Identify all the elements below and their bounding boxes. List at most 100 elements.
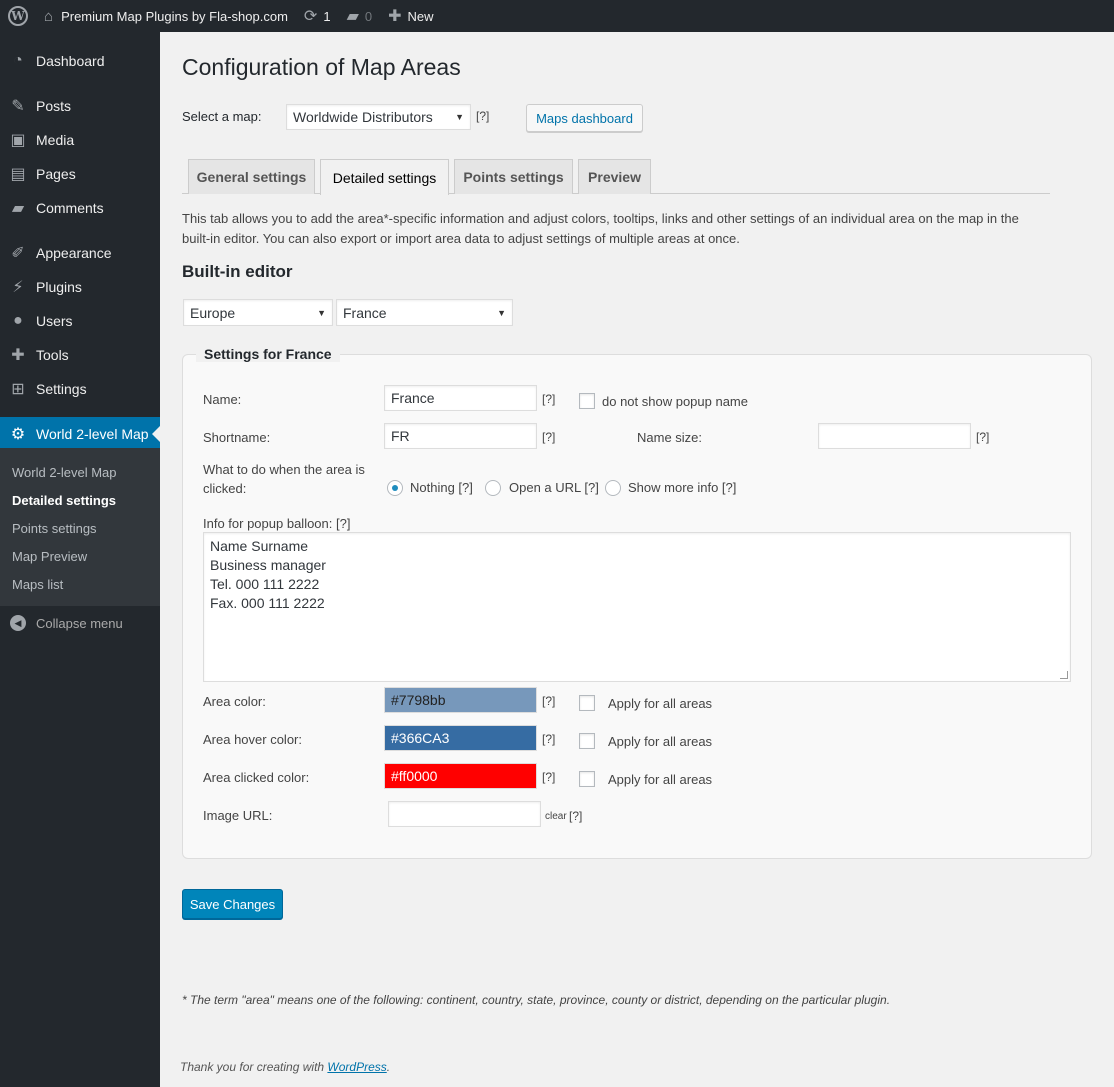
popup-info-label: Info for popup balloon: [?]	[203, 516, 351, 531]
brush-icon: ✐	[11, 245, 25, 262]
home-icon: ⌂	[44, 7, 54, 25]
area-color-apply-all-label: Apply for all areas	[608, 696, 713, 711]
sidebar-item-label: Appearance	[36, 245, 112, 261]
new-label: New	[407, 8, 434, 24]
select-map-label: Select a map:	[182, 109, 262, 124]
media-icon: ▣	[10, 132, 26, 149]
sidebar-item-world-2-level-map[interactable]: ⚙ World 2-level Map	[0, 417, 160, 451]
sidebar-item-label: Dashboard	[36, 53, 105, 69]
name-size-help[interactable]: [?]	[976, 430, 989, 444]
collapse-menu-button[interactable]: ◀ Collapse menu	[0, 606, 160, 640]
area-hover-color-input[interactable]: #366CA3	[384, 725, 537, 751]
updates-count: 1	[323, 8, 331, 24]
intro-line-1: This tab allows you to add the area*-spe…	[182, 211, 1019, 226]
sidebar-item-label: Users	[36, 313, 73, 329]
name-help[interactable]: [?]	[542, 392, 555, 406]
sidebar-item-appearance[interactable]: ✐ Appearance	[0, 236, 160, 270]
radio-show-more-info-label: Show more info [?]	[628, 480, 737, 495]
submenu-item-maps-list[interactable]: Maps list	[12, 577, 63, 592]
page-title: Configuration of Map Areas	[182, 54, 461, 80]
country-select[interactable]: France ▼	[336, 299, 513, 326]
site-name-link[interactable]: ⌂ Premium Map Plugins by Fla-shop.com	[36, 0, 296, 32]
area-clicked-color-label: Area clicked color:	[203, 770, 310, 785]
plug-icon: ⚡	[12, 279, 24, 296]
footer-text: Thank you for creating with	[180, 1060, 328, 1074]
submenu-item-points-settings[interactable]: Points settings	[12, 521, 97, 536]
sidebar-item-users[interactable]: ● Users	[0, 304, 160, 338]
area-hover-color-apply-all-checkbox[interactable]	[579, 733, 595, 749]
radio-open-url[interactable]	[485, 480, 501, 496]
updates-link[interactable]: ⟳ 1	[296, 0, 339, 32]
comment-bubble-icon: ▰	[346, 8, 359, 25]
admin-footer: Thank you for creating with WordPress.	[180, 1060, 390, 1074]
new-content-link[interactable]: ✚ New	[380, 0, 441, 32]
sidebar-item-plugins[interactable]: ⚡ Plugins	[0, 270, 160, 304]
popup-info-line: Name Surname	[210, 538, 309, 554]
map-select-help[interactable]: [?]	[476, 109, 489, 123]
area-hover-color-help[interactable]: [?]	[542, 732, 555, 746]
sidebar-item-tools[interactable]: ✚ Tools	[0, 338, 160, 372]
refresh-icon: ⟳	[303, 8, 318, 25]
area-clicked-color-apply-all-checkbox[interactable]	[579, 771, 595, 787]
sidebar-item-comments[interactable]: ▰ Comments	[0, 191, 160, 225]
sidebar-item-posts[interactable]: ✎ Posts	[0, 89, 160, 123]
click-action-label-line-2: clicked:	[203, 481, 247, 496]
wordpress-link[interactable]: WordPress	[327, 1060, 386, 1074]
area-color-apply-all-checkbox[interactable]	[579, 695, 595, 711]
shortname-input[interactable]: FR	[384, 423, 537, 449]
tab-points-settings[interactable]: Points settings	[454, 159, 573, 194]
map-select[interactable]: Worldwide Distributors ▼	[286, 104, 471, 130]
tab-preview[interactable]: Preview	[578, 159, 651, 194]
name-size-input[interactable]	[818, 423, 971, 449]
click-action-label-line-1: What to do when the area is	[203, 462, 365, 477]
gear-icon: ⚙	[10, 426, 26, 443]
tab-general-settings[interactable]: General settings	[188, 159, 315, 194]
intro-text: This tab allows you to add the area*-spe…	[182, 209, 1052, 249]
name-label: Name:	[203, 392, 242, 407]
area-color-input[interactable]: #7798bb	[384, 687, 537, 713]
region-select[interactable]: Europe ▼	[183, 299, 333, 326]
submenu-item-detailed-settings[interactable]: Detailed settings	[12, 493, 116, 508]
radio-open-url-label: Open a URL [?]	[509, 480, 599, 495]
chevron-down-icon: ▼	[497, 307, 506, 318]
name-input[interactable]: France	[384, 385, 537, 411]
comments-link[interactable]: ▰ 0	[339, 0, 381, 32]
radio-nothing[interactable]	[387, 480, 403, 496]
popup-info-textarea[interactable]: Name Surname Business manager Tel. 000 1…	[203, 532, 1071, 682]
chevron-down-icon: ▼	[317, 307, 326, 318]
save-changes-button[interactable]: Save Changes	[182, 889, 283, 919]
map-select-value: Worldwide Distributors	[293, 109, 433, 125]
submenu-item-map-preview[interactable]: Map Preview	[12, 549, 87, 564]
comments-icon: ▰	[11, 200, 25, 217]
image-url-clear-link[interactable]: clear	[545, 811, 567, 822]
sliders-icon: ⊞	[11, 381, 25, 398]
radio-show-more-info[interactable]	[605, 480, 621, 496]
wrench-icon: ✚	[11, 347, 25, 364]
sidebar-item-media[interactable]: ▣ Media	[0, 123, 160, 157]
sidebar-item-label: World 2-level Map	[36, 426, 149, 442]
shortname-help[interactable]: [?]	[542, 430, 555, 444]
image-url-help[interactable]: [?]	[569, 809, 582, 823]
sidebar-item-settings[interactable]: ⊞ Settings	[0, 372, 160, 406]
resize-grip-icon[interactable]	[1060, 671, 1068, 679]
hide-popup-name-checkbox[interactable]	[579, 393, 595, 409]
shortname-label: Shortname:	[203, 430, 271, 445]
area-hover-color-apply-all-label: Apply for all areas	[608, 734, 713, 749]
popup-info-line: Business manager	[210, 557, 326, 573]
area-color-help[interactable]: [?]	[542, 694, 555, 708]
area-clicked-color-input[interactable]: #ff0000	[384, 763, 537, 789]
sidebar-item-dashboard[interactable]: ◔ Dashboard	[0, 44, 160, 78]
image-url-input[interactable]	[388, 801, 541, 827]
wordpress-logo-icon[interactable]: W	[0, 0, 36, 32]
submenu-item-world-2-level-map[interactable]: World 2-level Map	[12, 465, 117, 480]
sidebar-item-pages[interactable]: ▤ Pages	[0, 157, 160, 191]
sidebar-item-label: Posts	[36, 98, 72, 114]
sidebar-item-label: Settings	[36, 381, 87, 397]
sidebar-item-label: Comments	[36, 200, 104, 216]
maps-dashboard-button[interactable]: Maps dashboard	[526, 104, 643, 132]
pages-icon: ▤	[10, 166, 26, 183]
dashboard-icon: ◔	[13, 52, 23, 69]
admin-sidebar: ◔ Dashboard ✎ Posts ▣ Media ▤ Pages ▰ Co…	[0, 32, 160, 1087]
tab-detailed-settings[interactable]: Detailed settings	[320, 159, 449, 195]
area-clicked-color-help[interactable]: [?]	[542, 770, 555, 784]
